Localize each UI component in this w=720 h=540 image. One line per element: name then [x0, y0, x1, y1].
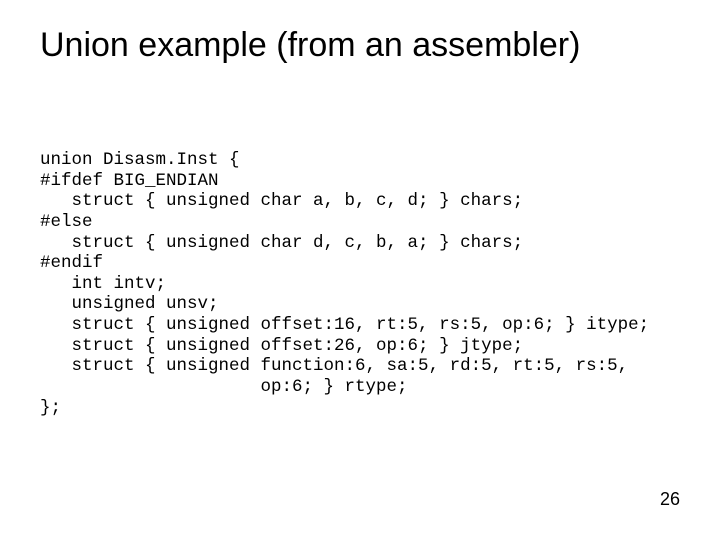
- code-line: int intv;: [40, 274, 166, 294]
- code-line: union Disasm.Inst {: [40, 150, 240, 170]
- code-line: };: [40, 398, 61, 418]
- code-line: struct { unsigned char a, b, c, d; } cha…: [40, 191, 523, 211]
- code-line: #else: [40, 212, 93, 232]
- code-line: struct { unsigned offset:26, op:6; } jty…: [40, 336, 523, 356]
- code-line: struct { unsigned offset:16, rt:5, rs:5,…: [40, 315, 649, 335]
- code-line: op:6; } rtype;: [40, 377, 408, 397]
- slide: Union example (from an assembler) union …: [0, 0, 720, 540]
- code-line: #endif: [40, 253, 103, 273]
- code-line: struct { unsigned char d, c, b, a; } cha…: [40, 233, 523, 253]
- code-line: struct { unsigned function:6, sa:5, rd:5…: [40, 356, 628, 376]
- code-block: union Disasm.Inst { #ifdef BIG_ENDIAN st…: [40, 150, 680, 418]
- code-line: unsigned unsv;: [40, 294, 219, 314]
- page-number: 26: [660, 489, 680, 510]
- slide-title: Union example (from an assembler): [40, 26, 680, 65]
- code-line: #ifdef BIG_ENDIAN: [40, 171, 219, 191]
